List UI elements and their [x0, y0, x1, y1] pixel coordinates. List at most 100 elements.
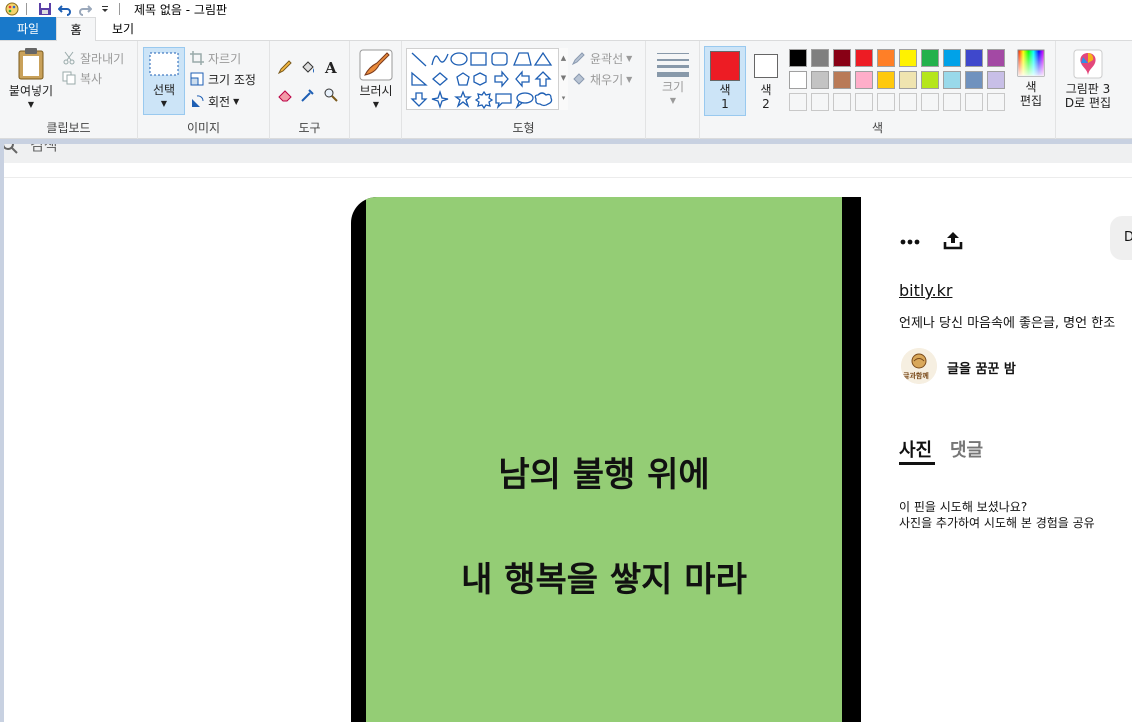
resize-button[interactable]: 크기 조정	[190, 70, 256, 88]
select-button[interactable]: 선택 ▼	[143, 47, 185, 115]
rotate-button[interactable]: 회전 ▼	[190, 92, 239, 110]
copy-icon	[62, 71, 76, 85]
outline-dropdown-arrow[interactable]: ▼	[626, 54, 632, 63]
color-picker-icon[interactable]	[299, 86, 317, 104]
colors-group: 색 1 색 2 색 편집 색	[700, 41, 1056, 139]
palette-color-swatch[interactable]	[899, 49, 917, 67]
separator	[26, 3, 27, 15]
tools-group-label: 도구	[298, 121, 321, 135]
eraser-icon[interactable]	[276, 86, 294, 104]
fill-dropdown-arrow[interactable]: ▼	[626, 75, 632, 84]
magnifier-icon[interactable]	[322, 86, 340, 104]
window-title: 제목 없음 - 그림판	[134, 2, 228, 17]
shapes-gallery: ▲ ▼ ▾	[406, 48, 568, 110]
color2-label: 색	[760, 83, 772, 97]
palette-color-swatch[interactable]	[965, 71, 983, 89]
fill-bucket-icon[interactable]	[299, 58, 317, 76]
palette-color-swatch[interactable]	[833, 49, 851, 67]
tab-home[interactable]: 홈	[56, 17, 96, 41]
title-bar: 제목 없음 - 그림판	[0, 0, 1132, 18]
select-dropdown-arrow[interactable]: ▼	[144, 97, 184, 111]
save-icon[interactable]	[37, 2, 53, 16]
drawing-canvas[interactable]: 검색 남의 불행 위에 내 행복을 쌓지 마라 D bitly.kr 언제나 당…	[4, 144, 1132, 722]
crop-button[interactable]: 자르기	[190, 49, 241, 67]
quick-access-toolbar	[0, 0, 126, 18]
palette-color-swatch[interactable]	[833, 71, 851, 89]
resize-icon	[190, 72, 204, 86]
pencil-icon[interactable]	[276, 58, 294, 76]
separator	[119, 3, 120, 15]
more-options-icon[interactable]	[897, 229, 923, 255]
tab-file[interactable]: 파일	[0, 17, 56, 40]
tab-comments[interactable]: 댓글	[950, 436, 983, 462]
redo-icon[interactable]	[77, 2, 93, 16]
palette-custom-empty-swatch[interactable]	[833, 93, 851, 111]
palette-color-swatch[interactable]	[877, 49, 895, 67]
color1-label: 색	[719, 83, 731, 97]
palette-color-swatch[interactable]	[987, 49, 1005, 67]
palette-color-swatch[interactable]	[789, 49, 807, 67]
pin-description: 언제나 당신 마음속에 좋은글, 명언 한조	[899, 316, 1116, 331]
color2-button[interactable]: 색 2	[748, 46, 784, 116]
palette-custom-empty-swatch[interactable]	[943, 93, 961, 111]
share-upload-icon[interactable]	[940, 227, 966, 253]
shapes-gallery-icons[interactable]	[407, 49, 569, 111]
outline-button[interactable]: 윤곽선 ▼	[571, 49, 632, 67]
palette-color-swatch[interactable]	[921, 49, 939, 67]
palette-custom-empty-swatch[interactable]	[921, 93, 939, 111]
palette-color-swatch[interactable]	[965, 49, 983, 67]
author-name[interactable]: 글을 꿈꾼 밤	[947, 358, 1016, 377]
color2-swatch	[754, 54, 778, 78]
palette-custom-empty-swatch[interactable]	[987, 93, 1005, 111]
edit-colors-button[interactable]: 색 편집	[1010, 49, 1052, 117]
brush-icon	[359, 49, 393, 81]
palette-color-swatch[interactable]	[943, 71, 961, 89]
search-hint-text: 검색	[30, 144, 58, 154]
paste-dropdown-arrow[interactable]: ▼	[4, 98, 58, 112]
edit-in-paint3d-button[interactable]: 그림판 3 D로 편집	[1060, 49, 1116, 117]
palette-color-swatch[interactable]	[855, 49, 873, 67]
paste-button[interactable]: 붙여넣기 ▼	[4, 47, 58, 111]
brushes-dropdown-arrow[interactable]: ▼	[354, 98, 398, 112]
outline-pen-icon	[571, 51, 586, 66]
shapes-gallery-scroll[interactable]: ▲ ▼ ▾	[558, 48, 568, 110]
size-dropdown-arrow[interactable]: ▼	[652, 94, 694, 108]
pasted-search-bar: 검색	[4, 144, 1132, 163]
palette-custom-empty-swatch[interactable]	[965, 93, 983, 111]
source-link[interactable]: bitly.kr	[899, 281, 952, 300]
dropdown-pill[interactable]: D	[1110, 216, 1132, 260]
paste-label: 붙여넣기	[8, 84, 54, 98]
text-tool-icon[interactable]: A	[322, 58, 340, 76]
avatar-text: 글과함께	[903, 372, 929, 380]
palette-color-swatch[interactable]	[921, 71, 939, 89]
cut-button[interactable]: 잘라내기	[62, 49, 124, 67]
undo-icon[interactable]	[57, 2, 73, 16]
palette-color-swatch[interactable]	[943, 49, 961, 67]
palette-custom-empty-swatch[interactable]	[811, 93, 829, 111]
fill-button[interactable]: 채우기 ▼	[572, 70, 632, 88]
rotate-dropdown-arrow[interactable]: ▼	[233, 97, 239, 106]
customize-toolbar-chevron-icon[interactable]	[97, 2, 113, 16]
palette-color-swatch[interactable]	[855, 71, 873, 89]
palette-color-swatch[interactable]	[811, 71, 829, 89]
size-button[interactable]: 크기 ▼	[652, 51, 694, 113]
palette-color-swatch[interactable]	[987, 71, 1005, 89]
palette-custom-empty-swatch[interactable]	[877, 93, 895, 111]
color1-button[interactable]: 색 1	[704, 46, 746, 116]
tab-view[interactable]: 보기	[96, 17, 150, 40]
brushes-button[interactable]: 브러시 ▼	[354, 49, 398, 117]
paint3d-label-1: 그림판 3	[1065, 82, 1111, 96]
palette-custom-empty-swatch[interactable]	[855, 93, 873, 111]
palette-color-swatch[interactable]	[811, 49, 829, 67]
palette-custom-empty-swatch[interactable]	[899, 93, 917, 111]
tab-photos[interactable]: 사진	[899, 436, 932, 462]
palette-custom-empty-swatch[interactable]	[789, 93, 807, 111]
pin-image-card: 남의 불행 위에 내 행복을 쌓지 마라	[351, 197, 861, 722]
rotate-label: 회전	[208, 94, 231, 109]
palette-color-swatch[interactable]	[877, 71, 895, 89]
copy-button[interactable]: 복사	[62, 69, 102, 87]
paint-app-icon[interactable]	[4, 2, 20, 16]
author-avatar[interactable]: 글과함께	[901, 348, 937, 384]
palette-color-swatch[interactable]	[899, 71, 917, 89]
palette-color-swatch[interactable]	[789, 71, 807, 89]
